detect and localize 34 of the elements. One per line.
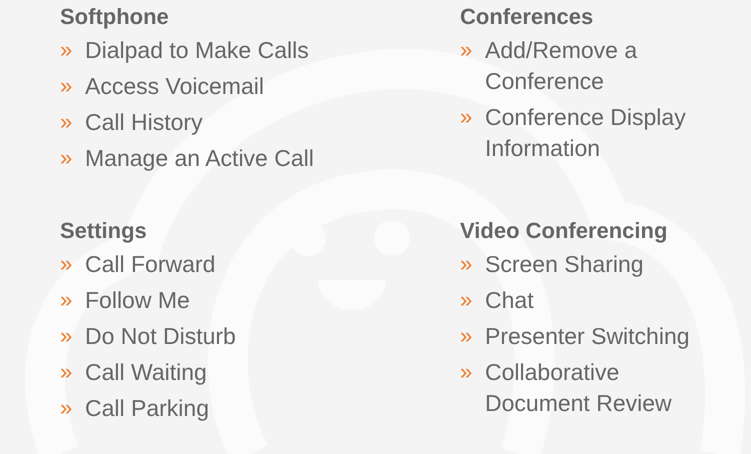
bullet-icon: » (460, 249, 485, 279)
help-link[interactable]: Presenter Switching (485, 321, 690, 352)
help-link[interactable]: Call Forward (85, 249, 216, 280)
help-link[interactable]: Add/Remove a Conference (485, 35, 730, 97)
bullet-icon: » (460, 285, 485, 315)
help-link[interactable]: Follow Me (85, 285, 190, 316)
bullet-icon: » (60, 357, 85, 387)
bullet-icon: » (60, 71, 85, 101)
bullet-icon: » (60, 143, 85, 173)
bullet-icon: » (60, 249, 85, 279)
section-heading: Settings (60, 218, 148, 244)
help-link[interactable]: Access Voicemail (85, 71, 264, 102)
bullet-icon: » (60, 393, 85, 423)
help-link[interactable]: Call Waiting (85, 357, 207, 388)
help-link[interactable]: Chat (485, 285, 534, 316)
bullet-icon: » (460, 357, 485, 387)
bullet-icon: » (460, 35, 485, 65)
section-heading: Video Conferencing (460, 218, 668, 244)
help-link[interactable]: Do Not Disturb (85, 321, 236, 352)
help-link[interactable]: Collaborative Document Review (485, 357, 730, 419)
section-heading: Softphone (60, 4, 170, 30)
bullet-icon: » (60, 107, 85, 137)
bullet-icon: » (460, 102, 485, 132)
help-link[interactable]: Screen Sharing (485, 249, 644, 280)
help-link[interactable]: Manage an Active Call (85, 143, 314, 174)
help-link[interactable]: Call Parking (85, 393, 209, 424)
section-heading: Conferences (460, 4, 594, 30)
help-link[interactable]: Call History (85, 107, 203, 138)
bullet-icon: » (460, 321, 485, 351)
bullet-icon: » (60, 321, 85, 351)
help-link[interactable]: Dialpad to Make Calls (85, 35, 309, 66)
bullet-icon: » (60, 35, 85, 65)
help-link[interactable]: Conference Display Information (485, 102, 730, 164)
bullet-icon: » (60, 285, 85, 315)
